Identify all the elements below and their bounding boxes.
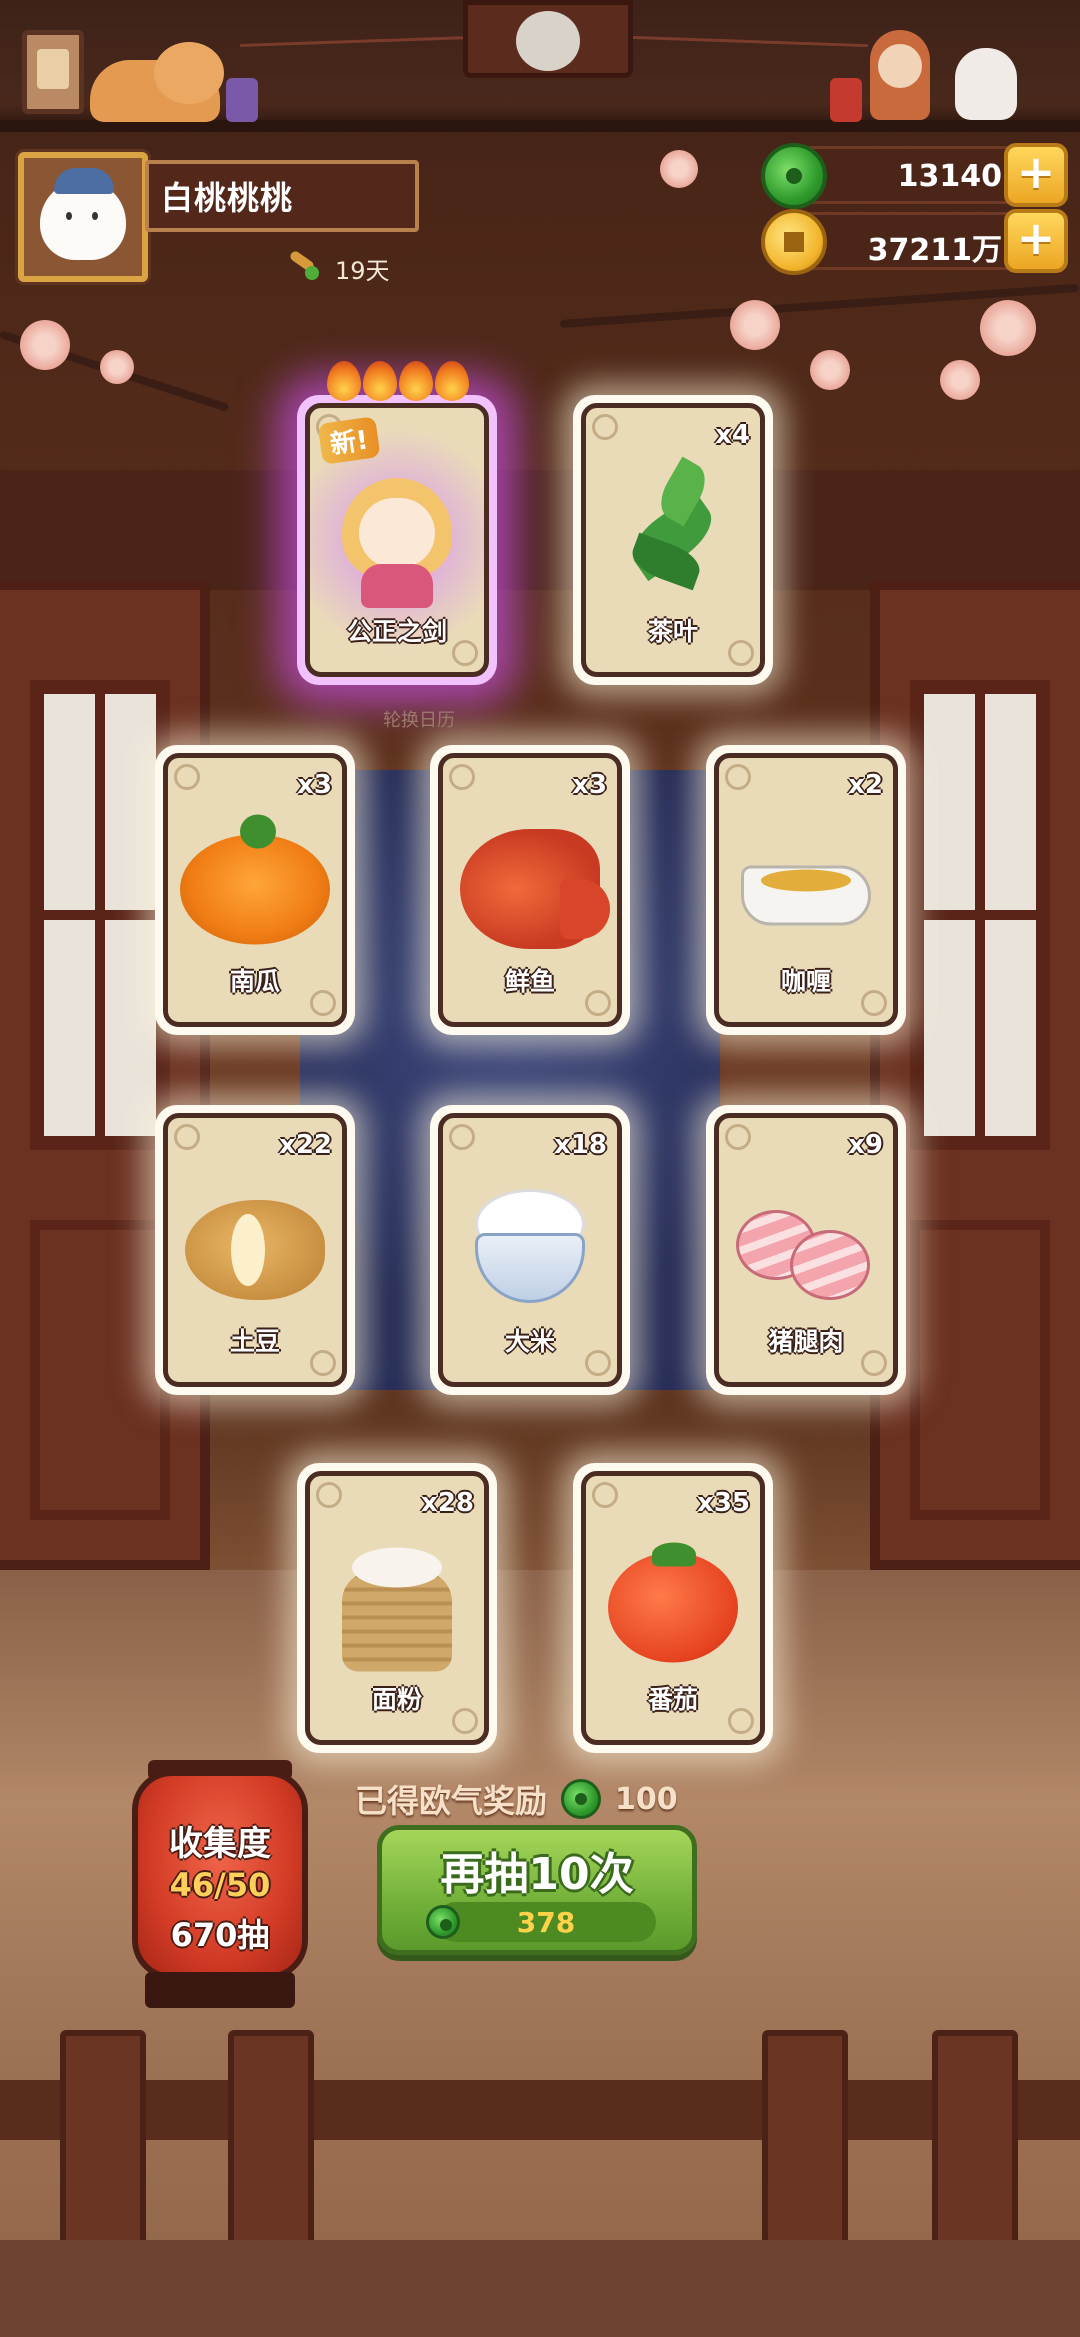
flame-icon: [327, 361, 361, 401]
card-pumpkin[interactable]: x3 南瓜: [155, 745, 355, 1035]
blossom: [20, 320, 70, 370]
avatar-hat: [54, 168, 114, 194]
white-cat-icon: [955, 48, 1017, 120]
collection-progress: 46/50: [169, 1866, 271, 1904]
draw-again-label: 再抽10次: [440, 1849, 634, 1900]
days-counter: 19天: [285, 250, 390, 286]
coin-icon: [761, 209, 827, 275]
player-name-bar[interactable]: 白桃桃桃: [145, 160, 419, 232]
card-tomato[interactable]: x35 番茄: [573, 1463, 773, 1753]
card-label: 面粉: [371, 1685, 422, 1714]
card-count: x3: [572, 770, 607, 800]
card-label: 咖喱: [780, 967, 831, 996]
draw-cost-value: 378: [516, 1905, 576, 1939]
flame-icon: [399, 361, 433, 401]
blossom: [660, 150, 698, 188]
card-label: 鲜鱼: [504, 967, 555, 996]
coin-resource-bar: 37211万 +: [761, 209, 1068, 275]
card-rice[interactable]: x18 大米: [430, 1105, 630, 1395]
coin-value: 37211万: [867, 233, 1002, 268]
card-count: x2: [848, 770, 883, 800]
draw-again-button[interactable]: 再抽10次 378: [377, 1825, 697, 1955]
card-label: 公正之剑: [346, 617, 447, 646]
portrait-frame-icon[interactable]: [463, 0, 633, 78]
card-tea-leaf[interactable]: x4 茶叶: [573, 395, 773, 685]
left-door: [0, 580, 210, 1570]
jar-icon: [830, 78, 862, 122]
card-count: x4: [715, 420, 750, 450]
card-count: x28: [421, 1488, 474, 1518]
pumpkin-icon: [180, 814, 330, 945]
card-curry[interactable]: x2 咖喱: [706, 745, 906, 1035]
flame-icon: [363, 361, 397, 401]
tea-leaf-icon: [613, 456, 733, 604]
curry-icon: [731, 846, 881, 936]
jade-icon: [561, 1779, 602, 1819]
blossom: [810, 350, 850, 390]
add-coin-button[interactable]: +: [1004, 209, 1068, 273]
luck-reward: 已得欧气奖励 100: [355, 1776, 678, 1822]
collection-lantern[interactable]: 收集度 46/50 670抽: [132, 1770, 308, 1980]
flour-icon: [332, 1542, 462, 1672]
rotate-calendar-label: 轮换日历: [383, 710, 455, 731]
card-count: x35: [697, 1488, 750, 1518]
card-count: x3: [297, 770, 332, 800]
ham-icon: [736, 1200, 876, 1301]
days-label: 19天: [335, 256, 390, 285]
fish-icon: [460, 829, 610, 950]
hanging-frame-icon[interactable]: [22, 30, 84, 114]
girl-character-icon: [337, 468, 457, 609]
sleeping-cat-icon: [90, 42, 224, 122]
sprout-icon: [285, 250, 325, 286]
card-count: x9: [848, 1130, 883, 1160]
card-label: 南瓜: [229, 967, 280, 996]
blossom: [980, 300, 1036, 356]
rarity-flames: [327, 361, 469, 401]
jade-icon: [761, 143, 827, 209]
blossom: [730, 300, 780, 350]
card-label: 茶叶: [647, 617, 698, 646]
jar-icon: [226, 78, 258, 122]
blossom: [940, 360, 980, 400]
reward-value: 100: [615, 1781, 678, 1817]
card-label: 番茄: [647, 1685, 698, 1714]
add-jade-button[interactable]: +: [1004, 143, 1068, 207]
right-door: [870, 580, 1080, 1570]
reward-label: 已得欧气奖励: [355, 1782, 548, 1820]
card-label: 猪腿肉: [768, 1327, 844, 1356]
card-count: x22: [279, 1130, 332, 1160]
jade-value: 13140: [897, 159, 1002, 194]
card-label: 土豆: [229, 1327, 280, 1356]
player-name: 白桃桃桃: [161, 179, 294, 217]
back-wall: [0, 470, 1080, 590]
jade-resource-bar: 13140 +: [761, 143, 1068, 209]
card-flour[interactable]: x28 面粉: [297, 1463, 497, 1753]
card-fish[interactable]: x3 鲜鱼: [430, 745, 630, 1035]
card-count: x18: [554, 1130, 607, 1160]
fence-rail: [0, 2080, 1080, 2140]
new-badge: 新!: [317, 416, 381, 465]
collection-title: 收集度: [169, 1824, 271, 1864]
fence-bottom: [0, 2240, 1080, 2337]
card-label: 大米: [504, 1327, 555, 1356]
flame-icon: [435, 361, 469, 401]
draw-count: 670抽: [170, 1916, 270, 1954]
blossom: [100, 350, 134, 384]
tomato-icon: [608, 1542, 738, 1663]
potato-icon: [185, 1200, 325, 1301]
card-potato[interactable]: x22 土豆: [155, 1105, 355, 1395]
lantern-stand: [145, 1972, 295, 2008]
shelf-character-icon: [870, 30, 930, 120]
rice-icon: [465, 1189, 595, 1309]
card-ham[interactable]: x9 猪腿肉: [706, 1105, 906, 1395]
card-gongzheng-sword[interactable]: 新! 公正之剑: [297, 361, 497, 685]
jade-icon: [426, 1905, 460, 1939]
player-avatar[interactable]: [18, 152, 148, 282]
draw-cost: 378: [426, 1902, 656, 1942]
